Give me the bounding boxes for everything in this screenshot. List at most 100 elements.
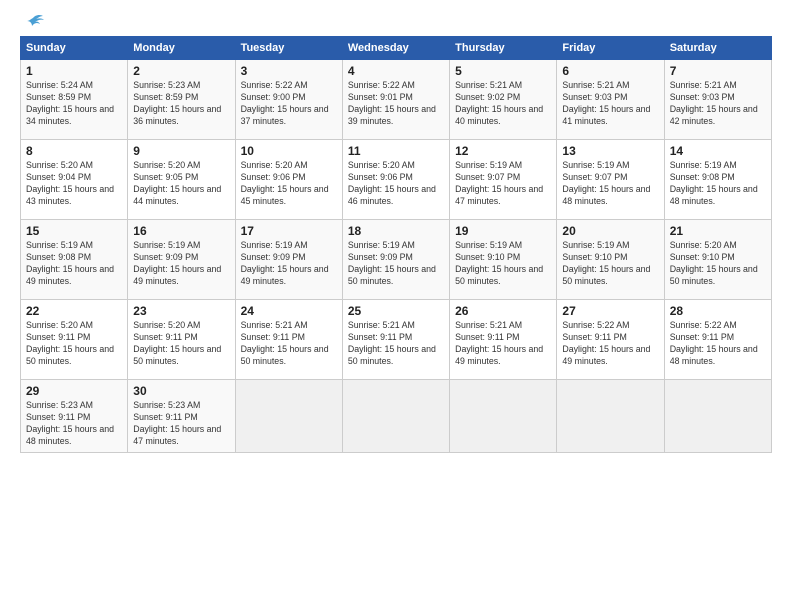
day-number: 24 (241, 304, 337, 318)
calendar-table: SundayMondayTuesdayWednesdayThursdayFrid… (20, 36, 772, 453)
weekday-header-row: SundayMondayTuesdayWednesdayThursdayFrid… (21, 37, 772, 60)
day-number: 10 (241, 144, 337, 158)
day-number: 14 (670, 144, 766, 158)
day-info: Sunrise: 5:22 AMSunset: 9:01 PMDaylight:… (348, 80, 436, 126)
weekday-header: Thursday (450, 37, 557, 60)
calendar-cell: 14 Sunrise: 5:19 AMSunset: 9:08 PMDaylig… (664, 140, 771, 220)
day-info: Sunrise: 5:19 AMSunset: 9:09 PMDaylight:… (348, 240, 436, 286)
day-info: Sunrise: 5:21 AMSunset: 9:11 PMDaylight:… (241, 320, 329, 366)
weekday-header: Monday (128, 37, 235, 60)
calendar-cell: 2 Sunrise: 5:23 AMSunset: 8:59 PMDayligh… (128, 60, 235, 140)
day-info: Sunrise: 5:23 AMSunset: 9:11 PMDaylight:… (26, 400, 114, 446)
day-info: Sunrise: 5:19 AMSunset: 9:07 PMDaylight:… (455, 160, 543, 206)
calendar-week-row: 22 Sunrise: 5:20 AMSunset: 9:11 PMDaylig… (21, 300, 772, 380)
calendar-cell: 9 Sunrise: 5:20 AMSunset: 9:05 PMDayligh… (128, 140, 235, 220)
day-info: Sunrise: 5:22 AMSunset: 9:11 PMDaylight:… (670, 320, 758, 366)
day-number: 13 (562, 144, 658, 158)
day-number: 21 (670, 224, 766, 238)
calendar-cell: 3 Sunrise: 5:22 AMSunset: 9:00 PMDayligh… (235, 60, 342, 140)
day-info: Sunrise: 5:22 AMSunset: 9:11 PMDaylight:… (562, 320, 650, 366)
day-info: Sunrise: 5:20 AMSunset: 9:10 PMDaylight:… (670, 240, 758, 286)
calendar-week-row: 29 Sunrise: 5:23 AMSunset: 9:11 PMDaylig… (21, 380, 772, 453)
weekday-header: Sunday (21, 37, 128, 60)
day-number: 30 (133, 384, 229, 398)
calendar-cell: 27 Sunrise: 5:22 AMSunset: 9:11 PMDaylig… (557, 300, 664, 380)
day-info: Sunrise: 5:21 AMSunset: 9:03 PMDaylight:… (562, 80, 650, 126)
day-info: Sunrise: 5:20 AMSunset: 9:11 PMDaylight:… (26, 320, 114, 366)
day-number: 27 (562, 304, 658, 318)
day-info: Sunrise: 5:21 AMSunset: 9:02 PMDaylight:… (455, 80, 543, 126)
day-info: Sunrise: 5:19 AMSunset: 9:07 PMDaylight:… (562, 160, 650, 206)
day-number: 22 (26, 304, 122, 318)
day-number: 28 (670, 304, 766, 318)
logo-bird-icon (22, 14, 44, 30)
day-number: 25 (348, 304, 444, 318)
day-number: 29 (26, 384, 122, 398)
day-number: 26 (455, 304, 551, 318)
day-number: 6 (562, 64, 658, 78)
calendar-cell (557, 380, 664, 453)
calendar-cell: 5 Sunrise: 5:21 AMSunset: 9:02 PMDayligh… (450, 60, 557, 140)
day-number: 19 (455, 224, 551, 238)
calendar-week-row: 8 Sunrise: 5:20 AMSunset: 9:04 PMDayligh… (21, 140, 772, 220)
day-info: Sunrise: 5:20 AMSunset: 9:06 PMDaylight:… (241, 160, 329, 206)
day-number: 8 (26, 144, 122, 158)
calendar-cell: 23 Sunrise: 5:20 AMSunset: 9:11 PMDaylig… (128, 300, 235, 380)
page-header (20, 18, 772, 26)
day-number: 18 (348, 224, 444, 238)
day-number: 5 (455, 64, 551, 78)
day-info: Sunrise: 5:23 AMSunset: 8:59 PMDaylight:… (133, 80, 221, 126)
weekday-header: Friday (557, 37, 664, 60)
calendar-cell: 8 Sunrise: 5:20 AMSunset: 9:04 PMDayligh… (21, 140, 128, 220)
day-info: Sunrise: 5:19 AMSunset: 9:08 PMDaylight:… (670, 160, 758, 206)
day-info: Sunrise: 5:24 AMSunset: 8:59 PMDaylight:… (26, 80, 114, 126)
calendar-cell: 19 Sunrise: 5:19 AMSunset: 9:10 PMDaylig… (450, 220, 557, 300)
day-info: Sunrise: 5:20 AMSunset: 9:11 PMDaylight:… (133, 320, 221, 366)
day-info: Sunrise: 5:22 AMSunset: 9:00 PMDaylight:… (241, 80, 329, 126)
calendar-cell: 15 Sunrise: 5:19 AMSunset: 9:08 PMDaylig… (21, 220, 128, 300)
calendar-cell: 28 Sunrise: 5:22 AMSunset: 9:11 PMDaylig… (664, 300, 771, 380)
day-number: 20 (562, 224, 658, 238)
weekday-header: Wednesday (342, 37, 449, 60)
calendar-cell: 11 Sunrise: 5:20 AMSunset: 9:06 PMDaylig… (342, 140, 449, 220)
calendar-cell: 30 Sunrise: 5:23 AMSunset: 9:11 PMDaylig… (128, 380, 235, 453)
weekday-header: Saturday (664, 37, 771, 60)
day-info: Sunrise: 5:19 AMSunset: 9:10 PMDaylight:… (562, 240, 650, 286)
calendar-cell: 18 Sunrise: 5:19 AMSunset: 9:09 PMDaylig… (342, 220, 449, 300)
day-number: 15 (26, 224, 122, 238)
calendar-week-row: 15 Sunrise: 5:19 AMSunset: 9:08 PMDaylig… (21, 220, 772, 300)
calendar-cell: 4 Sunrise: 5:22 AMSunset: 9:01 PMDayligh… (342, 60, 449, 140)
calendar-cell: 10 Sunrise: 5:20 AMSunset: 9:06 PMDaylig… (235, 140, 342, 220)
calendar-cell: 25 Sunrise: 5:21 AMSunset: 9:11 PMDaylig… (342, 300, 449, 380)
calendar-cell: 24 Sunrise: 5:21 AMSunset: 9:11 PMDaylig… (235, 300, 342, 380)
calendar-cell: 16 Sunrise: 5:19 AMSunset: 9:09 PMDaylig… (128, 220, 235, 300)
calendar-cell: 17 Sunrise: 5:19 AMSunset: 9:09 PMDaylig… (235, 220, 342, 300)
calendar-cell: 22 Sunrise: 5:20 AMSunset: 9:11 PMDaylig… (21, 300, 128, 380)
day-number: 23 (133, 304, 229, 318)
calendar-cell (235, 380, 342, 453)
calendar-cell (342, 380, 449, 453)
calendar-cell (450, 380, 557, 453)
day-number: 17 (241, 224, 337, 238)
day-info: Sunrise: 5:19 AMSunset: 9:10 PMDaylight:… (455, 240, 543, 286)
day-info: Sunrise: 5:19 AMSunset: 9:08 PMDaylight:… (26, 240, 114, 286)
day-number: 16 (133, 224, 229, 238)
calendar-cell: 29 Sunrise: 5:23 AMSunset: 9:11 PMDaylig… (21, 380, 128, 453)
calendar-page: SundayMondayTuesdayWednesdayThursdayFrid… (0, 0, 792, 612)
day-info: Sunrise: 5:21 AMSunset: 9:11 PMDaylight:… (348, 320, 436, 366)
day-number: 3 (241, 64, 337, 78)
day-info: Sunrise: 5:21 AMSunset: 9:03 PMDaylight:… (670, 80, 758, 126)
day-info: Sunrise: 5:19 AMSunset: 9:09 PMDaylight:… (133, 240, 221, 286)
calendar-cell: 7 Sunrise: 5:21 AMSunset: 9:03 PMDayligh… (664, 60, 771, 140)
calendar-cell: 12 Sunrise: 5:19 AMSunset: 9:07 PMDaylig… (450, 140, 557, 220)
day-info: Sunrise: 5:20 AMSunset: 9:06 PMDaylight:… (348, 160, 436, 206)
day-number: 4 (348, 64, 444, 78)
calendar-cell: 21 Sunrise: 5:20 AMSunset: 9:10 PMDaylig… (664, 220, 771, 300)
day-number: 11 (348, 144, 444, 158)
day-number: 1 (26, 64, 122, 78)
logo (20, 18, 44, 26)
calendar-cell (664, 380, 771, 453)
calendar-week-row: 1 Sunrise: 5:24 AMSunset: 8:59 PMDayligh… (21, 60, 772, 140)
day-info: Sunrise: 5:21 AMSunset: 9:11 PMDaylight:… (455, 320, 543, 366)
day-info: Sunrise: 5:20 AMSunset: 9:04 PMDaylight:… (26, 160, 114, 206)
